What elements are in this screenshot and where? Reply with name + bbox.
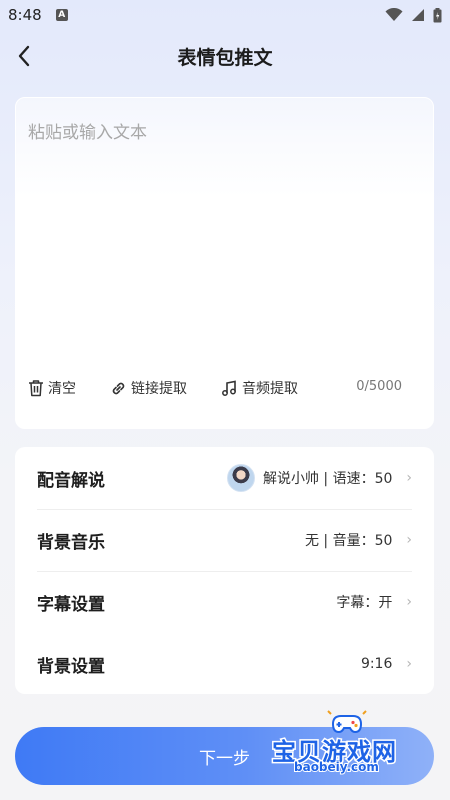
back-button[interactable] [12, 44, 36, 68]
setting-value: 解说小帅 | 语速：50 [262, 471, 393, 487]
watermark-url: baobeiy.com [293, 759, 380, 775]
text-input[interactable] [28, 118, 408, 148]
chevron-left-icon [18, 45, 30, 67]
setting-label: 字幕设置 [37, 594, 105, 615]
status-bar: 8:48 A [0, 0, 450, 30]
setting-label: 背景音乐 [37, 532, 105, 553]
next-button-label: 下一步 [199, 748, 250, 769]
setting-value: 字幕：开 [336, 595, 393, 611]
setting-value: 9:16 [360, 656, 393, 672]
setting-value: 无 | 音量：50 [304, 533, 393, 549]
char-counter: 0/5000 [356, 379, 402, 394]
chevron-right-icon: › [406, 470, 412, 486]
signal-icon [412, 9, 424, 21]
music-note-icon [222, 380, 236, 396]
header: 表情包推文 [0, 36, 450, 76]
link-extract-button[interactable]: 链接提取 [110, 376, 187, 400]
setting-label: 配音解说 [37, 470, 105, 491]
setting-row-dubbing[interactable]: 配音解说 解说小帅 | 语速：50 › [15, 447, 434, 509]
audio-extract-label: 音频提取 [242, 381, 298, 397]
clear-label: 清空 [48, 381, 76, 397]
a-letter-icon: A [55, 9, 68, 21]
page-title: 表情包推文 [177, 46, 273, 69]
clear-button[interactable]: 清空 [28, 376, 76, 400]
battery-icon [433, 7, 442, 22]
status-icons [385, 7, 442, 23]
setting-row-bgm[interactable]: 背景音乐 无 | 音量：50 › [15, 509, 434, 571]
chevron-right-icon: › [406, 656, 412, 672]
link-icon [112, 382, 125, 394]
narrator-avatar [226, 464, 255, 492]
setting-label: 背景设置 [37, 656, 105, 677]
wifi-icon [385, 8, 403, 21]
watermark: 宝贝游戏网 baobeiy.com [271, 710, 422, 782]
audio-extract-button[interactable]: 音频提取 [221, 376, 298, 400]
setting-row-subtitle[interactable]: 字幕设置 字幕：开 › [15, 571, 434, 633]
chevron-right-icon: › [406, 532, 412, 548]
link-extract-label: 链接提取 [131, 381, 187, 397]
setting-row-background[interactable]: 背景设置 9:16 › [15, 633, 434, 695]
trash-icon [29, 380, 43, 397]
status-time: 8:48 [8, 6, 42, 24]
chevron-right-icon: › [406, 594, 412, 610]
